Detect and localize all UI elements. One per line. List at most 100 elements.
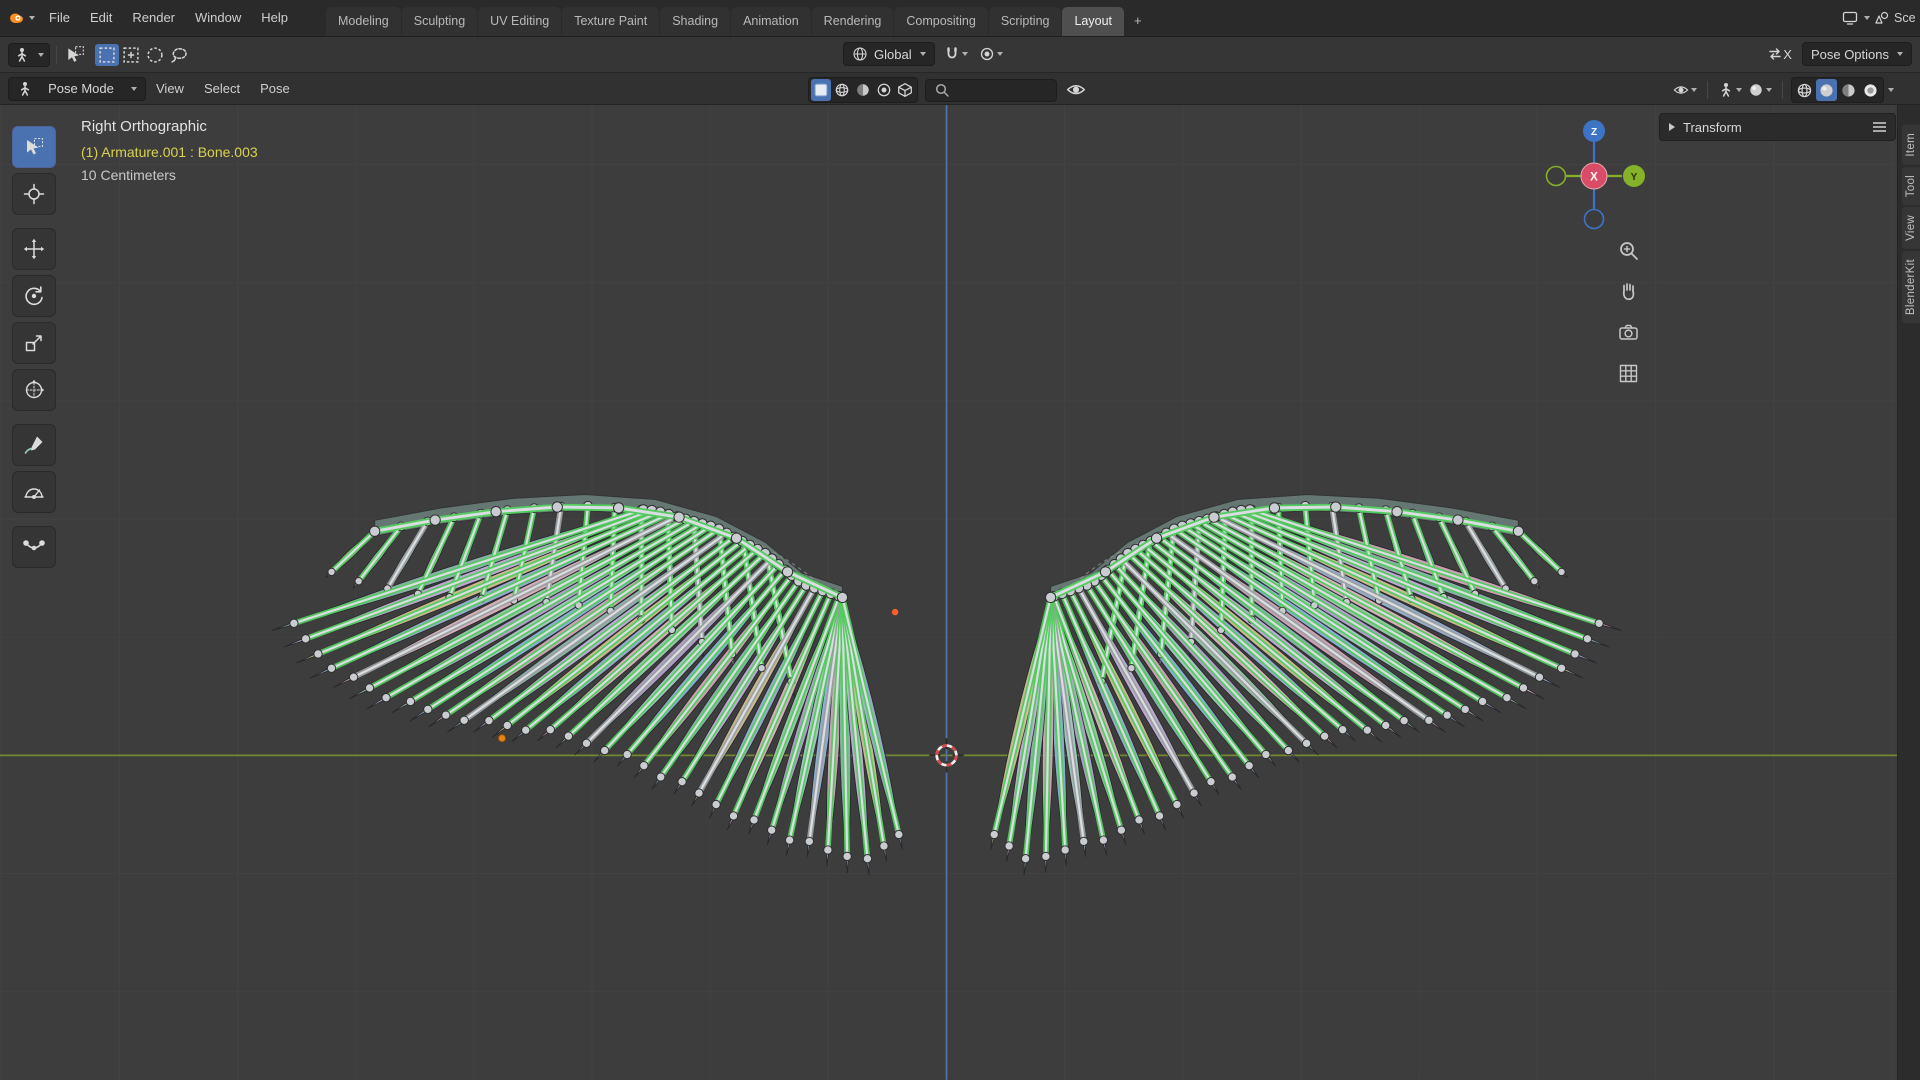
tool-move[interactable]: [12, 228, 56, 270]
hamburger-icon[interactable]: [1873, 122, 1886, 132]
tool-settings-right: X Pose Options: [1765, 42, 1912, 66]
chevron-down-icon: [919, 52, 926, 56]
toolbar: [12, 126, 56, 573]
tool-rotate[interactable]: [12, 275, 56, 317]
side-tab-blenderkit[interactable]: BlenderKit: [1902, 250, 1920, 323]
viewport-menus: View Select Pose: [146, 73, 300, 105]
gizmo-visibility-dropdown[interactable]: [1671, 79, 1699, 101]
grid-icon[interactable]: [1616, 361, 1640, 385]
tool-pose-breakdowner[interactable]: [12, 526, 56, 568]
add-workspace-button[interactable]: +: [1125, 6, 1151, 36]
navigation-gizmo[interactable]: Z Y X: [1529, 111, 1659, 241]
camera-icon[interactable]: [1616, 320, 1640, 344]
chevron-down-icon: [1888, 88, 1894, 92]
swap-icon: [1767, 46, 1783, 62]
select-mode-tweak-button[interactable]: [95, 43, 119, 66]
viewport-header-center: [808, 77, 1088, 103]
search-box[interactable]: [925, 78, 1057, 102]
tool-tweak-select[interactable]: [12, 126, 56, 168]
hand-icon[interactable]: [1616, 279, 1640, 303]
xray-dropdown[interactable]: [1746, 79, 1774, 101]
gizmo-axis-y-negative[interactable]: [1545, 165, 1567, 187]
filter-square-icon[interactable]: [811, 79, 831, 101]
workspace-tab-texture-paint[interactable]: Texture Paint: [562, 7, 660, 36]
pose-flip-toggle[interactable]: X: [1765, 43, 1794, 65]
workspace-tab-modeling[interactable]: Modeling: [326, 7, 401, 36]
workspace-tab-rendering[interactable]: Rendering: [811, 7, 894, 36]
orientation-label: Global: [874, 46, 912, 62]
mode-dropdown[interactable]: Pose Mode: [8, 76, 146, 101]
tool-scale[interactable]: [12, 322, 56, 364]
orientation-dropdown[interactable]: Global: [843, 42, 935, 66]
pose-options-dropdown[interactable]: Pose Options: [1801, 42, 1912, 66]
chevron-down-icon: [1897, 52, 1903, 56]
menu-help[interactable]: Help: [251, 0, 298, 36]
workspace-tab-scripting[interactable]: Scripting: [988, 7, 1062, 36]
topbar: File Edit Render Window Help Modeling Sculpti…: [0, 0, 1920, 37]
sidebar-tabs: Item Tool View BlenderKit: [1902, 125, 1920, 329]
menu-edit[interactable]: Edit: [80, 0, 122, 36]
pose-options-label: Pose Options: [1810, 46, 1889, 62]
workspace-tab-layout[interactable]: Layout: [1062, 7, 1125, 36]
side-tab-tool[interactable]: Tool: [1902, 166, 1920, 205]
proportional-editing-dropdown[interactable]: [977, 43, 1005, 65]
menu-file[interactable]: File: [39, 0, 80, 36]
separator: [1782, 81, 1783, 99]
shading-material-button[interactable]: [1838, 79, 1859, 101]
snapping-dropdown[interactable]: [942, 43, 970, 65]
gizmo-axis-label: Y: [1631, 172, 1638, 183]
sphere-wire-icon[interactable]: [832, 79, 852, 101]
tool-cursor-3d[interactable]: [12, 173, 56, 215]
select-mode-lasso-button[interactable]: [167, 44, 191, 66]
scene-icon[interactable]: [1874, 10, 1890, 26]
blender-menu-button[interactable]: [0, 10, 39, 26]
sphere-solid-icon: [1748, 82, 1764, 98]
editor-type-selector[interactable]: [8, 42, 50, 67]
mode-label: Pose Mode: [48, 81, 114, 96]
select-mode-box-button[interactable]: [119, 44, 143, 66]
sphere-dot-icon[interactable]: [874, 79, 894, 101]
magnet-icon: [944, 46, 960, 62]
active-tool-icon[interactable]: [63, 42, 87, 68]
viewport-nav-buttons: [1616, 238, 1640, 385]
shading-wireframe-button[interactable]: [1794, 79, 1815, 101]
separator: [1707, 81, 1708, 99]
gizmo-axis-z-negative[interactable]: [1583, 208, 1605, 230]
expand-arrow-icon: [1669, 123, 1675, 131]
tool-settings-bar: Global X Pose Options: [0, 37, 1920, 73]
tool-transform[interactable]: [12, 369, 56, 411]
3d-viewport: Right Orthographic (1) Armature.001 : Bo…: [0, 105, 1920, 1080]
zoom-icon[interactable]: [1616, 238, 1640, 262]
menu-render[interactable]: Render: [122, 0, 185, 36]
tool-settings-left: [8, 42, 191, 68]
viewport-menu-view[interactable]: View: [146, 73, 194, 105]
select-mode-circle-button[interactable]: [143, 44, 167, 66]
viewport-menu-select[interactable]: Select: [194, 73, 250, 105]
side-tab-item[interactable]: Item: [1902, 125, 1920, 165]
side-tab-view[interactable]: View: [1902, 206, 1920, 249]
mirror-axis-label: X: [1783, 46, 1792, 62]
transform-panel-header[interactable]: Transform: [1659, 113, 1896, 141]
main-menu-bar: File Edit Render Window Help: [39, 0, 298, 36]
workspace-tab-uv-editing[interactable]: UV Editing: [478, 7, 562, 36]
selectability-filter-group: [808, 77, 918, 103]
display-icon[interactable]: [1842, 10, 1858, 26]
cube-icon[interactable]: [895, 79, 915, 101]
workspace-tab-compositing[interactable]: Compositing: [894, 7, 988, 36]
viewport-menu-pose[interactable]: Pose: [250, 73, 300, 105]
sphere-half-icon[interactable]: [853, 79, 873, 101]
tool-measure[interactable]: [12, 471, 56, 513]
shading-solid-button[interactable]: [1816, 79, 1837, 101]
eye-icon[interactable]: [1064, 79, 1088, 101]
tool-annotate[interactable]: [12, 424, 56, 466]
transform-panel-label: Transform: [1683, 119, 1742, 135]
workspace-tab-sculpting[interactable]: Sculpting: [401, 7, 478, 36]
overlays-dropdown[interactable]: [1716, 79, 1744, 101]
workspace-tab-shading[interactable]: Shading: [660, 7, 731, 36]
shading-rendered-button[interactable]: [1860, 79, 1881, 101]
scene-name[interactable]: Sce: [1894, 11, 1920, 25]
menu-window[interactable]: Window: [185, 0, 251, 36]
search-input[interactable]: [955, 83, 1045, 97]
workspace-tab-animation[interactable]: Animation: [731, 7, 811, 36]
chevron-down-icon: [38, 52, 44, 57]
